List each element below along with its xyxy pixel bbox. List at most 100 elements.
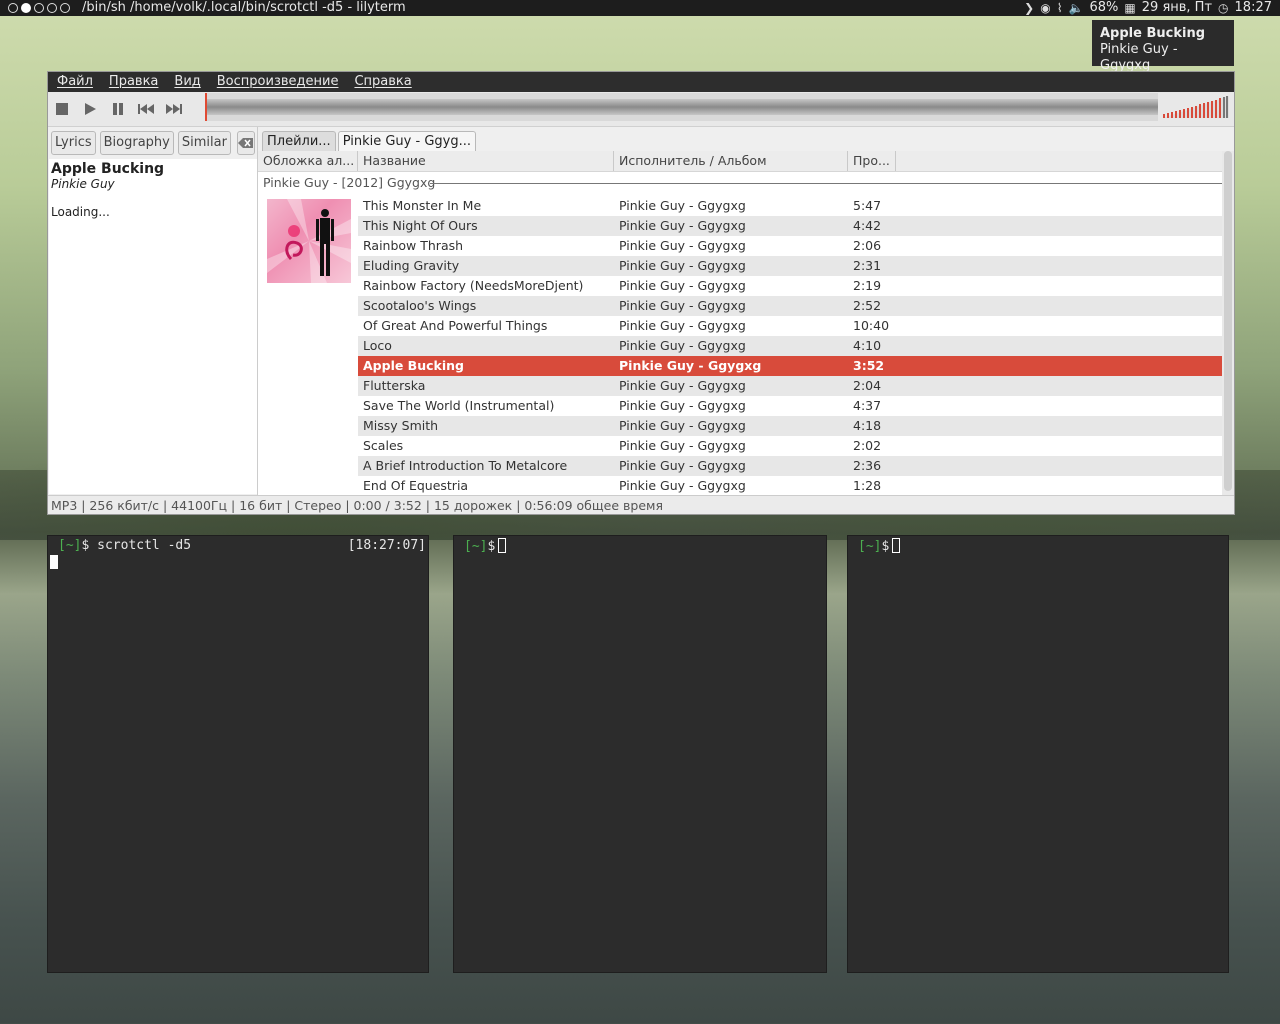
track-title: Eluding Gravity xyxy=(363,258,460,273)
clock-icon: ◷ xyxy=(1218,1,1229,15)
info-song-artist: Pinkie Guy xyxy=(51,177,115,191)
track-length: 10:40 xyxy=(853,318,890,333)
terminal-2[interactable]: [~]$ xyxy=(454,536,826,972)
playlist-table: Обложка ал... Название Исполнитель / Аль… xyxy=(258,151,1222,495)
track-title: Rainbow Factory (NeedsMoreDjent) xyxy=(363,278,584,293)
biography-tab[interactable]: Biography xyxy=(99,131,174,155)
column-artist[interactable]: Исполнитель / Альбом xyxy=(614,151,848,171)
similar-tab[interactable]: Similar xyxy=(177,131,231,155)
track-length: 1:28 xyxy=(853,478,882,493)
menu-file[interactable]: Файл xyxy=(57,72,93,92)
track-artist: Pinkie Guy - Ggygxg xyxy=(619,258,746,273)
workspace-4[interactable] xyxy=(47,3,57,13)
playlist-row[interactable]: Eluding Gravity Pinkie Guy - Ggygxg 2:31 xyxy=(358,256,1222,276)
calendar-icon: ▦ xyxy=(1124,1,1136,15)
terminal-2-cursor xyxy=(498,538,507,553)
album-cover xyxy=(267,199,351,283)
info-sidebar: Lyrics Biography Similar Apple Bucking P… xyxy=(48,127,258,495)
playlist-row[interactable]: Scootaloo's Wings Pinkie Guy - Ggygxg 2:52 xyxy=(358,296,1222,316)
track-artist: Pinkie Guy - Ggygxg xyxy=(619,438,746,453)
track-title: This Monster In Me xyxy=(363,198,482,213)
track-length: 4:42 xyxy=(853,218,882,233)
playlist-row[interactable]: Rainbow Factory (NeedsMoreDjent) Pinkie G… xyxy=(358,276,1222,296)
playlist-row[interactable]: This Monster In Me Pinkie Guy - Ggygxg 5:4… xyxy=(358,196,1222,216)
playlist-tab-1[interactable]: Плейли... xyxy=(262,131,336,151)
lyrics-tab[interactable]: Lyrics xyxy=(51,131,96,155)
track-title: Scales xyxy=(363,438,404,453)
terminal-1-cursor xyxy=(50,555,58,571)
album-group-header: Pinkie Guy - [2012] Ggygxg xyxy=(258,172,1222,194)
track-length: 2:31 xyxy=(853,258,882,273)
workspace-5[interactable] xyxy=(60,3,70,13)
now-playing-notification[interactable]: Apple Bucking Pinkie Guy - Ggygxg xyxy=(1092,20,1234,73)
playlist-scrollbar[interactable] xyxy=(1222,151,1234,495)
column-length[interactable]: Про... xyxy=(848,151,896,171)
scrollbar-thumb[interactable] xyxy=(1224,151,1232,491)
column-cover[interactable]: Обложка ал... xyxy=(258,151,358,171)
playlist-row[interactable]: Scales Pinkie Guy - Ggygxg 2:02 xyxy=(358,436,1222,456)
waveform-seekbar[interactable] xyxy=(205,93,1158,121)
terminal-1[interactable]: [~]$ scrotctl -d5 [18:27:07] xyxy=(48,536,428,972)
track-title: Missy Smith xyxy=(363,418,439,433)
track-length: 3:52 xyxy=(853,358,885,373)
playlist-row[interactable]: End Of Equestria Pinkie Guy - Ggygxg 1:28 xyxy=(358,476,1222,495)
steam-icon[interactable]: ◉ xyxy=(1040,0,1050,16)
workspace-3[interactable] xyxy=(34,3,44,13)
track-title: Of Great And Powerful Things xyxy=(363,318,548,333)
volume-slider[interactable] xyxy=(1163,96,1229,118)
paperclip-icon[interactable]: ⌇ xyxy=(1057,0,1063,16)
playlist-row[interactable]: Loco Pinkie Guy - Ggygxg 4:10 xyxy=(358,336,1222,356)
clear-icon[interactable] xyxy=(236,131,255,155)
previous-icon[interactable] xyxy=(132,95,160,123)
track-length: 2:04 xyxy=(853,378,882,393)
track-length: 5:47 xyxy=(853,198,882,213)
playlist-row[interactable]: Rainbow Thrash Pinkie Guy - Ggygxg 2:06 xyxy=(358,236,1222,256)
track-artist: Pinkie Guy - Ggygxg xyxy=(619,198,746,213)
info-tabs: Lyrics Biography Similar xyxy=(48,127,257,159)
track-title: A Brief Introduction To Metalcore xyxy=(363,458,568,473)
workspace-switcher[interactable] xyxy=(8,3,70,13)
menu-view[interactable]: Вид xyxy=(174,72,200,92)
window-title: /bin/sh /home/volk/.local/bin/scrotctl -… xyxy=(82,0,406,15)
notification-subtitle: Pinkie Guy - Ggygxg xyxy=(1100,42,1178,73)
track-length: 2:06 xyxy=(853,238,882,253)
pause-icon[interactable] xyxy=(104,95,132,123)
terminal-clock: [18:27:07] xyxy=(347,538,426,553)
playlist-row[interactable]: A Brief Introduction To Metalcore Pinkie … xyxy=(358,456,1222,476)
volume-icon[interactable]: 🔈 xyxy=(1069,0,1084,16)
playlist-tab-2[interactable]: Pinkie Guy - Ggyg... xyxy=(337,131,476,151)
workspace-1[interactable] xyxy=(8,3,18,13)
playlist-row[interactable]: This Night Of Ours Pinkie Guy - Ggygxg 4:4… xyxy=(358,216,1222,236)
stop-icon[interactable] xyxy=(48,95,76,123)
playlist-row[interactable]: Save The World (Instrumental) Pinkie Guy … xyxy=(358,396,1222,416)
track-length: 2:36 xyxy=(853,458,882,473)
terminal-2-prompt: [~]$ xyxy=(464,538,507,554)
menu-playback[interactable]: Воспроизведение xyxy=(217,72,339,92)
track-title: Flutterska xyxy=(363,378,426,393)
seek-cursor[interactable] xyxy=(205,93,207,121)
info-song-title: Apple Bucking xyxy=(51,161,165,177)
next-icon[interactable] xyxy=(160,95,188,123)
clementine-window: Файл Правка Вид Воспроизведение Справка … xyxy=(48,72,1234,514)
playlist-row[interactable]: Flutterska Pinkie Guy - Ggygxg 2:04 xyxy=(358,376,1222,396)
loading-text: Loading... xyxy=(51,205,110,219)
track-artist: Pinkie Guy - Ggygxg xyxy=(619,478,746,493)
play-icon[interactable] xyxy=(76,95,104,123)
track-length: 2:19 xyxy=(853,278,882,293)
playlist-row[interactable]: Missy Smith Pinkie Guy - Ggygxg 4:18 xyxy=(358,416,1222,436)
arrow-icon[interactable]: ❯ xyxy=(1024,0,1034,16)
track-title: Loco xyxy=(363,338,392,353)
track-artist: Pinkie Guy - Ggygxg xyxy=(619,418,746,433)
terminal-3[interactable]: [~]$ xyxy=(848,536,1228,972)
track-length: 4:37 xyxy=(853,398,882,413)
column-title[interactable]: Название xyxy=(358,151,614,171)
menu-edit[interactable]: Правка xyxy=(109,72,158,92)
workspace-2[interactable] xyxy=(21,3,31,13)
playlist-row[interactable]: Of Great And Powerful Things Pinkie Guy -… xyxy=(358,316,1222,336)
track-artist: Pinkie Guy - Ggygxg xyxy=(619,278,746,293)
menu-help[interactable]: Справка xyxy=(354,72,411,92)
track-artist: Pinkie Guy - Ggygxg xyxy=(619,338,746,353)
playlist-row-selected[interactable]: Apple Bucking Pinkie Guy - Ggygxg 3:52 xyxy=(358,356,1222,376)
volume-level: 68% xyxy=(1089,0,1119,15)
playlist-tabs: Плейли... Pinkie Guy - Ggyg... xyxy=(258,127,1234,151)
